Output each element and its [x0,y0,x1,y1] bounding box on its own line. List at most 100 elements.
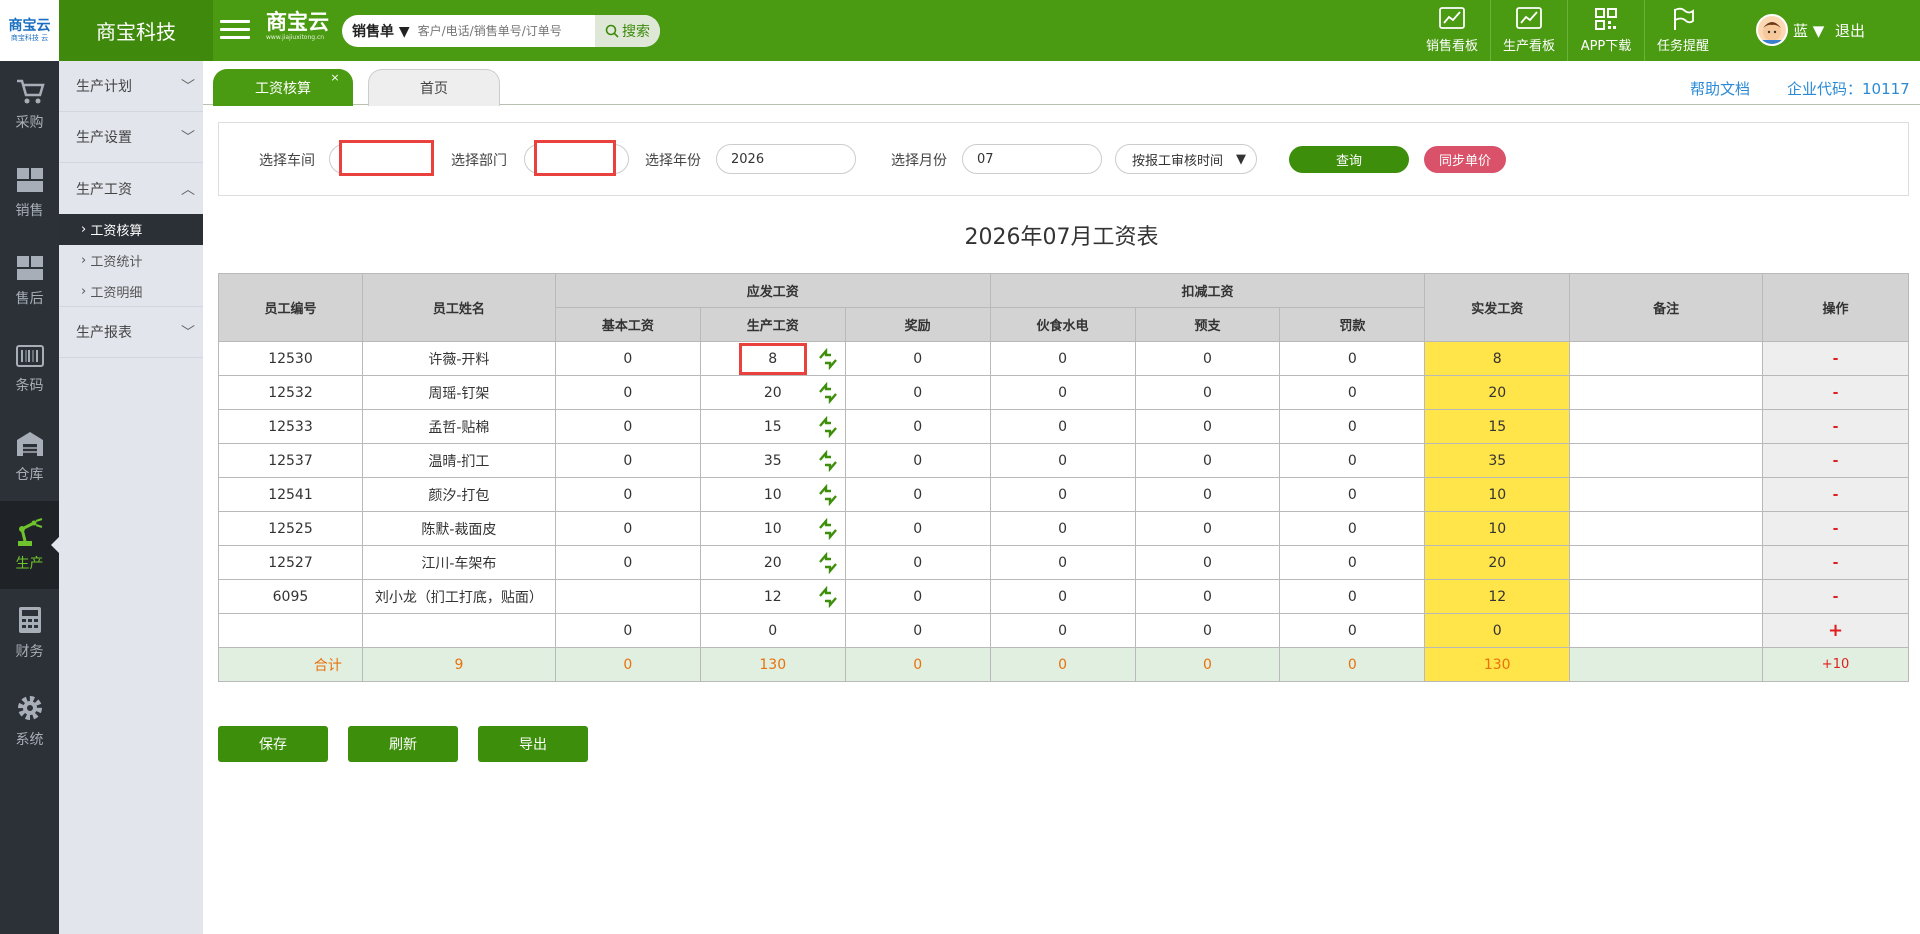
nav-finance[interactable]: 财务 [0,589,59,677]
meal-cell[interactable]: 0 [989,545,1136,580]
remark-cell[interactable] [1569,511,1764,546]
remark-cell[interactable] [1569,579,1764,614]
remark-cell[interactable] [1569,375,1764,410]
remove-row-button[interactable]: - [1762,375,1909,410]
subnav-group-settings[interactable]: 生产设置 ﹀ [59,112,203,163]
search-input[interactable] [417,24,595,38]
advance-cell[interactable]: 0 [1134,477,1281,512]
tab-home[interactable]: 首页 [368,69,500,106]
nav-warehouse[interactable]: 仓库 [0,413,59,501]
fine-cell[interactable]: 0 [1279,579,1426,614]
bonus-cell[interactable]: 0 [844,477,991,512]
remove-row-button[interactable]: - [1762,409,1909,444]
subnav-group-reports[interactable]: 生产报表 ﹀ [59,307,203,358]
query-button[interactable]: 查询 [1289,146,1409,173]
menu-toggle-icon[interactable] [220,16,250,44]
subnav-item-wage-detail[interactable]: › 工资明细 [59,276,203,307]
bonus-cell[interactable]: 0 [844,375,991,410]
help-link[interactable]: 帮助文档 [1690,78,1750,99]
search-type-select[interactable]: 销售单 ▼ [342,21,418,41]
fine-cell[interactable]: 0 [1279,341,1426,376]
advance-cell[interactable]: 0 [1134,341,1281,376]
meal-cell[interactable]: 0 [989,477,1136,512]
advance-cell[interactable]: 0 [1134,511,1281,546]
recalc-button[interactable] [817,517,839,544]
advance-cell[interactable]: 0 [1134,443,1281,478]
recalc-button[interactable] [817,415,839,442]
production-wage-value[interactable]: 35 [737,453,809,469]
year-input[interactable]: 2026 [716,144,856,174]
time-mode-select[interactable]: 按报工审核时间 ▼ [1115,144,1257,174]
recalc-button[interactable] [817,381,839,408]
remark-cell[interactable] [1569,341,1764,376]
remark-cell[interactable] [1569,409,1764,444]
remove-row-button[interactable]: - [1762,443,1909,478]
export-button[interactable]: 导出 [478,726,588,762]
advance-cell[interactable]: 0 [1134,545,1281,580]
meal-cell[interactable]: 0 [989,613,1136,648]
bonus-cell[interactable]: 0 [844,443,991,478]
fine-cell[interactable]: 0 [1279,409,1426,444]
base-wage-cell[interactable]: 0 [554,511,701,546]
close-icon[interactable]: × [329,72,341,84]
production-wage-value[interactable]: 15 [737,419,809,435]
meal-cell[interactable]: 0 [989,409,1136,444]
production-wage-input[interactable]: 8 [738,342,807,375]
meal-cell[interactable]: 0 [989,443,1136,478]
fine-cell[interactable]: 0 [1279,511,1426,546]
sync-price-button[interactable]: 同步单价 [1424,146,1506,173]
bonus-cell[interactable]: 0 [844,613,991,648]
emp-id-cell[interactable] [218,613,363,648]
nav-sales-board[interactable]: 销售看板 [1414,0,1490,61]
fine-cell[interactable]: 0 [1279,375,1426,410]
production-wage-value[interactable]: 20 [737,385,809,401]
subnav-group-wages[interactable]: 生产工资 ︿ [59,163,203,214]
bonus-cell[interactable]: 0 [844,511,991,546]
month-input[interactable]: 07 [962,144,1102,174]
search-button[interactable]: 搜索 [595,15,660,47]
bonus-cell[interactable]: 0 [844,409,991,444]
fine-cell[interactable]: 0 [1279,477,1426,512]
add-ten-rows-button[interactable]: +10 [1762,647,1909,682]
advance-cell[interactable]: 0 [1134,409,1281,444]
base-wage-cell[interactable]: 0 [554,409,701,444]
nav-sales[interactable]: 销售 [0,149,59,237]
bonus-cell[interactable]: 0 [844,341,991,376]
advance-cell[interactable]: 0 [1134,613,1281,648]
nav-system[interactable]: 系统 [0,677,59,765]
production-wage-value[interactable]: 10 [737,521,809,537]
app-logo[interactable]: 商宝云 商宝科技 云 [0,0,59,61]
remove-row-button[interactable]: - [1762,341,1909,376]
meal-cell[interactable]: 0 [989,579,1136,614]
recalc-button[interactable] [817,347,839,374]
nav-purchase[interactable]: 采购 [0,61,59,149]
save-button[interactable]: 保存 [218,726,328,762]
refresh-button[interactable]: 刷新 [348,726,458,762]
recalc-button[interactable] [817,585,839,612]
nav-barcode[interactable]: 条码 [0,325,59,413]
base-wage-cell[interactable]: 0 [554,545,701,580]
production-wage-value[interactable]: 20 [737,555,809,571]
base-wage-cell[interactable] [554,579,701,614]
tab-wage-calc[interactable]: 工资核算 × [213,69,353,106]
remove-row-button[interactable]: - [1762,579,1909,614]
recalc-button[interactable] [817,449,839,476]
meal-cell[interactable]: 0 [989,375,1136,410]
fine-cell[interactable]: 0 [1279,545,1426,580]
add-row-button[interactable]: + [1762,613,1909,648]
base-wage-cell[interactable]: 0 [554,443,701,478]
fine-cell[interactable]: 0 [1279,613,1426,648]
user-menu[interactable]: 蓝 ▼ [1793,20,1824,41]
recalc-button[interactable] [817,483,839,510]
nav-task-reminder[interactable]: 任务提醒 [1645,0,1721,61]
fine-cell[interactable]: 0 [1279,443,1426,478]
nav-app-download[interactable]: APP下载 [1568,0,1644,61]
meal-cell[interactable]: 0 [989,511,1136,546]
recalc-button[interactable] [817,551,839,578]
avatar[interactable] [1756,14,1788,46]
remove-row-button[interactable]: - [1762,511,1909,546]
remark-cell[interactable] [1569,443,1764,478]
remark-cell[interactable] [1569,545,1764,580]
production-wage-cell[interactable]: 0 [699,613,846,648]
advance-cell[interactable]: 0 [1134,375,1281,410]
